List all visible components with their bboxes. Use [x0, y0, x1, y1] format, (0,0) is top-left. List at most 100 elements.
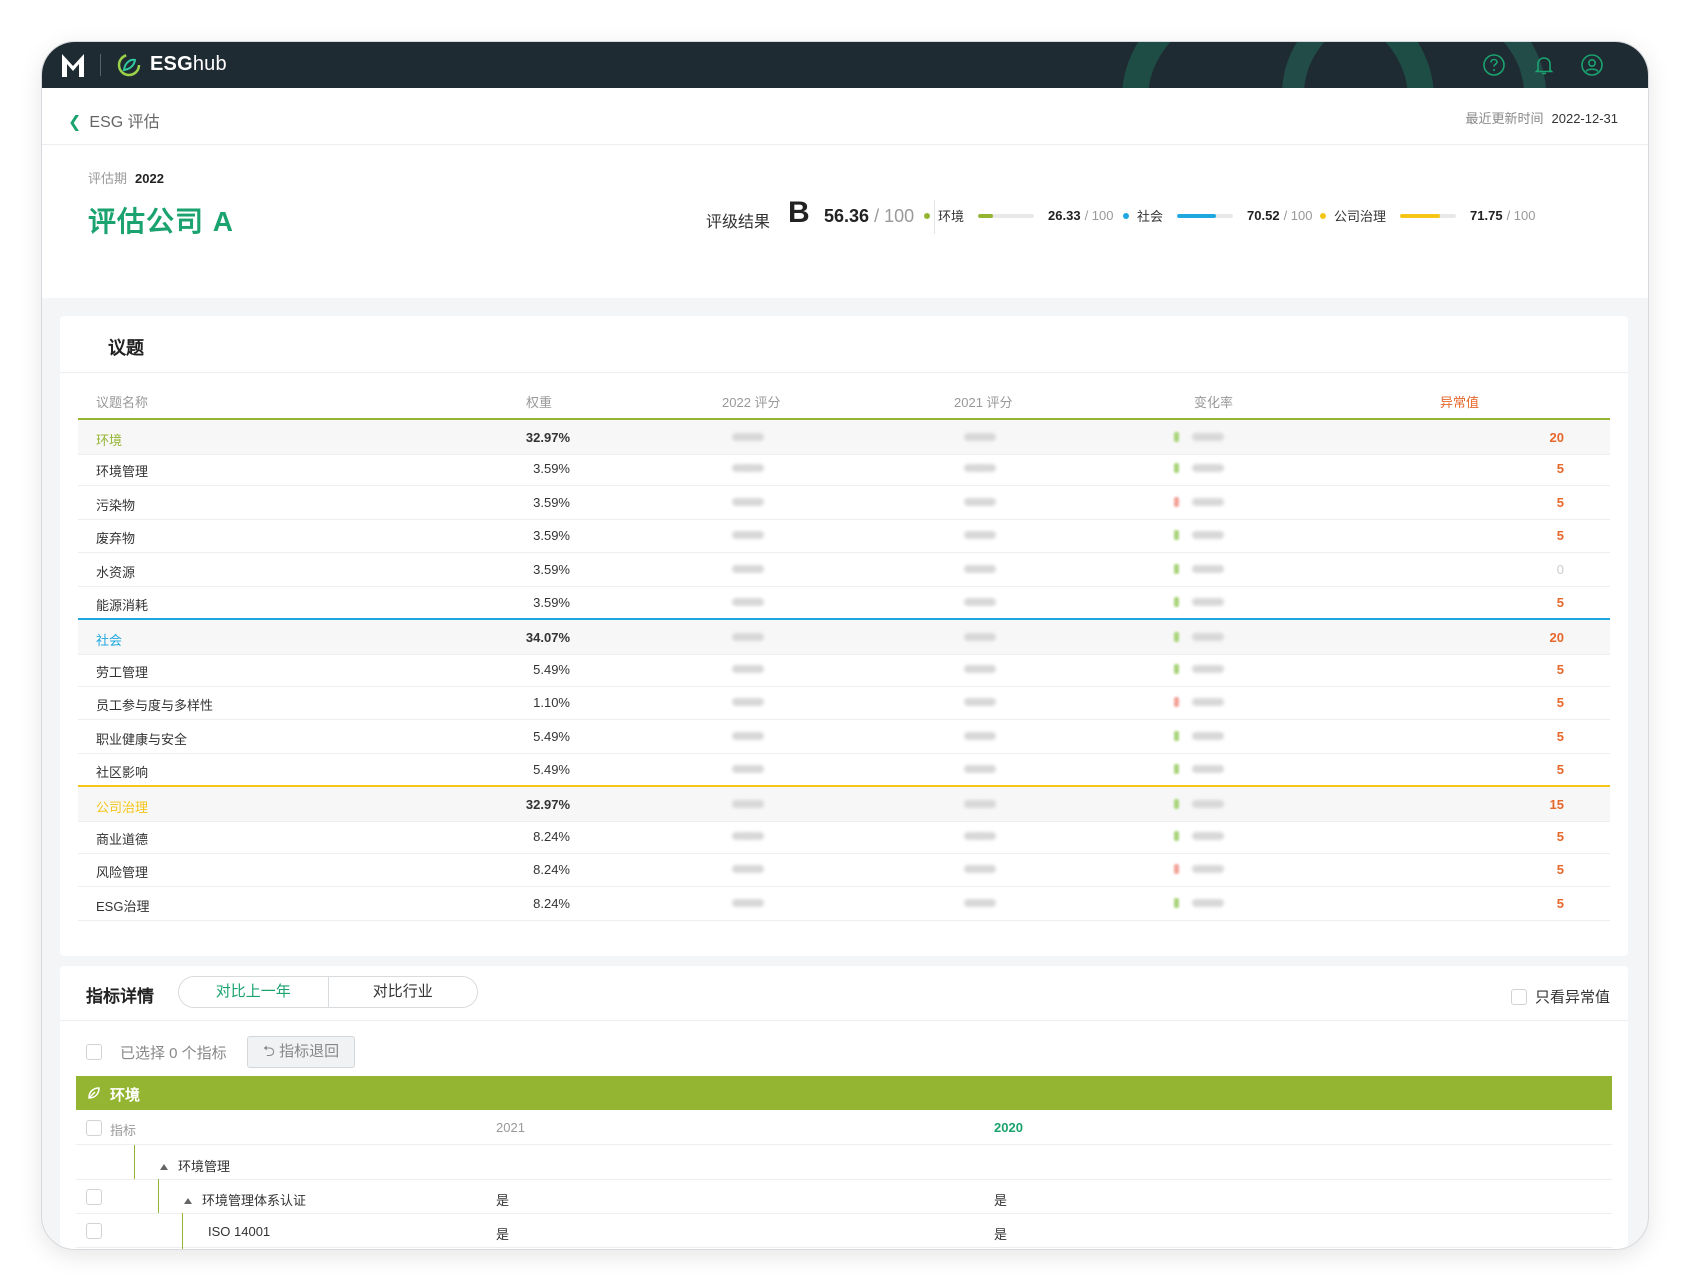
table-row[interactable]: 劳工管理 5.49% 5 [78, 652, 1610, 687]
divider [60, 1020, 1628, 1021]
row-checkbox[interactable] [86, 1223, 102, 1239]
col-anomaly: 异常值 [1440, 395, 1480, 410]
indicator-row[interactable]: 环境管理体系认证 是 是 [76, 1179, 1612, 1214]
score-2022-redacted [732, 564, 764, 573]
table-row[interactable]: 废弃物 3.59% 5 [78, 518, 1610, 554]
topic-name: 风险管理 [96, 865, 149, 881]
indicator-row[interactable]: ISO 14001 是 是 [76, 1213, 1612, 1248]
select-all-checkbox[interactable] [86, 1044, 102, 1060]
change-rate-redacted [1192, 433, 1224, 441]
topic-name: 污染物 [96, 497, 136, 513]
pillar-name: 公司治理 [1334, 209, 1387, 224]
col-year-2021: 2021 [496, 1120, 525, 1135]
topic-anomaly: 5 [1556, 661, 1564, 677]
checkbox[interactable] [1510, 988, 1527, 1005]
table-row[interactable]: 环境管理 3.59% 5 [78, 451, 1610, 487]
topic-anomaly: 5 [1556, 762, 1564, 777]
score-2021-redacted [964, 865, 996, 874]
trend-icon [1174, 563, 1179, 574]
progress-fill [978, 213, 993, 218]
score-2021-redacted [964, 898, 996, 907]
collapse-caret-icon[interactable] [160, 1164, 168, 1170]
change-rate-redacted [1192, 765, 1224, 773]
total-score: 56.36 / 100 [824, 206, 915, 226]
topic-name: 环境 [96, 433, 123, 448]
row-checkbox[interactable] [86, 1189, 102, 1205]
table-row[interactable]: 职业健康与安全 5.49% 5 [78, 719, 1610, 754]
last-updated: 最近更新时间 2022-12-31 [1465, 111, 1618, 126]
topics-title: 议题 [108, 338, 144, 358]
topic-weight: 8.24% [533, 895, 570, 911]
topic-weight: 5.49% [533, 762, 570, 777]
topic-group-row[interactable]: 环境 32.97% 20 [78, 418, 1610, 455]
chevron-left-icon: ❮ [68, 114, 82, 131]
score-2022-redacted [732, 531, 764, 540]
back-link[interactable]: ❮ ESG 评估 [68, 108, 160, 132]
topic-anomaly: 5 [1556, 895, 1564, 911]
trend-icon [1174, 897, 1179, 908]
help-icon[interactable] [1482, 53, 1506, 77]
only-abnormal-toggle[interactable]: 只看异常值 [1510, 986, 1610, 1007]
topic-weight: 5.49% [533, 728, 570, 744]
topic-name: 废弃物 [96, 531, 136, 547]
topic-name: 环境管理 [96, 464, 149, 480]
table-row[interactable]: 社区影响 5.49% 5 [78, 752, 1610, 787]
score-2022-redacted [732, 831, 764, 840]
trend-icon [1174, 663, 1179, 674]
value-2021: 是 [496, 1193, 510, 1208]
bell-icon[interactable] [1532, 53, 1556, 77]
indicator-name: 环境管理 [160, 1156, 230, 1175]
trend-icon [1174, 632, 1179, 643]
topic-name: 社会 [96, 633, 123, 649]
trend-icon [1174, 764, 1179, 774]
trend-icon [1174, 864, 1179, 875]
topic-weight: 3.59% [533, 461, 570, 477]
score-2021-redacted [964, 598, 996, 606]
score-2021-redacted [964, 765, 996, 773]
pillar-name: 社会 [1137, 209, 1164, 224]
col-indicator: 指标 [110, 1123, 137, 1138]
indicator-name: 环境管理体系认证 [184, 1190, 306, 1209]
table-row[interactable]: 水资源 3.59% 0 [78, 552, 1610, 587]
change-rate-redacted [1192, 464, 1224, 473]
score-2021-redacted [964, 531, 996, 540]
table-row[interactable]: ESG治理 8.24% 5 [78, 886, 1610, 921]
topic-anomaly: 5 [1556, 862, 1564, 878]
topic-group-row[interactable]: 社会 34.07% 20 [78, 618, 1610, 656]
table-row[interactable]: 商业道德 8.24% 5 [78, 819, 1610, 854]
topic-group-row[interactable]: 公司治理 32.97% 15 [78, 785, 1610, 823]
tab-compare-industry[interactable]: 对比行业 [329, 977, 478, 1007]
topics-card: 议题 议题名称 权重 2022 评分 2021 评分 变化率 异常值 环境 32.… [60, 316, 1628, 956]
topic-weight: 32.97% [525, 797, 570, 813]
table-row[interactable]: 员工参与度与多样性 1.10% 5 [78, 685, 1610, 721]
topic-name: 商业道德 [96, 831, 149, 847]
score-2022-redacted [732, 664, 764, 673]
tab-compare-last-year[interactable]: 对比上一年 [179, 977, 329, 1007]
change-rate-redacted [1192, 633, 1224, 642]
divider [60, 372, 1628, 373]
table-row[interactable]: 风险管理 8.24% 5 [78, 852, 1610, 888]
change-rate-redacted [1192, 664, 1224, 673]
table-row[interactable]: 污染物 3.59% 5 [78, 485, 1610, 520]
tree-guide-line [134, 1145, 135, 1179]
decor-swirl [1282, 42, 1546, 88]
topic-anomaly: 20 [1549, 430, 1564, 445]
topic-weight: 5.49% [533, 661, 570, 677]
indicator-row[interactable]: 环境管理 [76, 1145, 1612, 1180]
score-2022-redacted [732, 800, 764, 809]
table-row[interactable]: 能源消耗 3.59% 5 [78, 585, 1610, 620]
collapse-caret-icon[interactable] [184, 1198, 192, 1204]
return-indicator-button[interactable]: ⮌ 指标退回 [247, 1036, 355, 1068]
value-2020: 是 [994, 1227, 1008, 1242]
section-header-environment[interactable]: 环境 [76, 1076, 1612, 1110]
header-checkbox[interactable] [86, 1120, 102, 1136]
score-2022-redacted [732, 698, 764, 707]
change-rate-redacted [1192, 800, 1224, 809]
user-icon[interactable] [1580, 53, 1604, 77]
score-2021-redacted [964, 698, 996, 707]
topic-name: 社区影响 [96, 765, 149, 780]
change-rate-redacted [1192, 698, 1224, 707]
logo-divider [100, 54, 101, 76]
pillar-max: / 100 [1506, 208, 1536, 223]
pillar-progress-bar [1177, 213, 1234, 218]
